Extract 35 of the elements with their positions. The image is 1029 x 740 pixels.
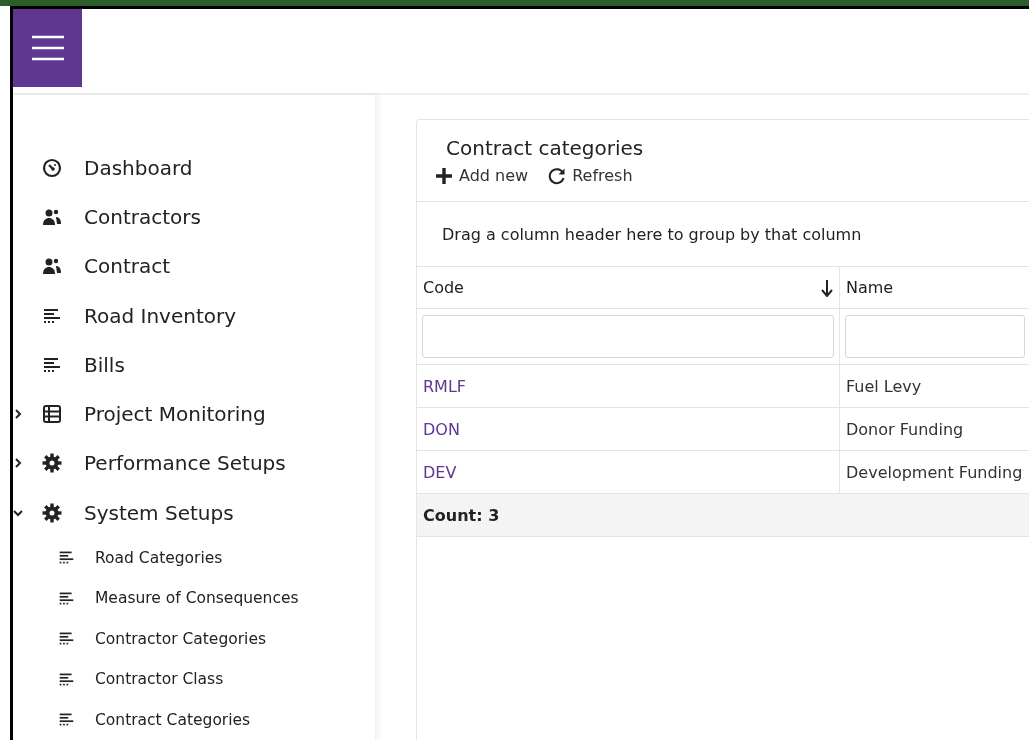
sidebar-item[interactable]: Project Monitoring <box>13 389 375 439</box>
column-header[interactable]: Code <box>417 267 840 309</box>
menu-button[interactable] <box>13 9 82 87</box>
submenu-item[interactable]: Contractor Categories <box>13 618 375 659</box>
plus-icon <box>435 166 453 185</box>
refresh-icon <box>548 166 567 185</box>
menu-icon <box>30 35 65 61</box>
submenu-item[interactable]: Contractor Class <box>13 658 375 700</box>
dashboard-icon <box>42 157 62 178</box>
gear-icon <box>42 453 62 474</box>
code-link[interactable]: RMLF <box>417 365 840 408</box>
column-header[interactable]: Name <box>840 267 1029 309</box>
group-panel-hint: Drag a column header here to group by that column <box>417 202 1029 267</box>
filter-field[interactable] <box>422 315 834 358</box>
sidebar-item[interactable]: System Setups <box>13 488 375 538</box>
submenu-item[interactable]: Road Categories <box>13 537 375 578</box>
refresh-button[interactable]: Refresh <box>548 166 633 185</box>
sidebar-item[interactable]: Bills <box>13 340 375 390</box>
code-link[interactable]: DON <box>417 408 840 451</box>
sidebar-item[interactable]: Dashboard <box>13 143 375 193</box>
sidebar-item[interactable]: Contract <box>13 241 375 291</box>
users-icon <box>42 256 62 277</box>
sidebar-item[interactable]: Performance Setups <box>13 438 375 489</box>
table-cell: Donor Funding <box>840 408 1029 451</box>
sidebar-item[interactable]: Road Inventory <box>13 290 375 341</box>
filter-field[interactable] <box>845 315 1025 358</box>
count-summary: Count: 3 <box>417 494 1029 537</box>
table-icon <box>42 404 62 425</box>
submenu-item[interactable]: Measure of Consequences <box>13 577 375 619</box>
add-new-button[interactable]: Add new <box>435 166 529 185</box>
sidebar-item[interactable]: Contractors <box>13 192 375 242</box>
submenu-item[interactable]: Contract Categories <box>13 699 375 740</box>
table-cell: Fuel Levy <box>840 365 1029 408</box>
gear-icon <box>42 502 62 523</box>
panel-title: Contract categories <box>446 136 645 160</box>
